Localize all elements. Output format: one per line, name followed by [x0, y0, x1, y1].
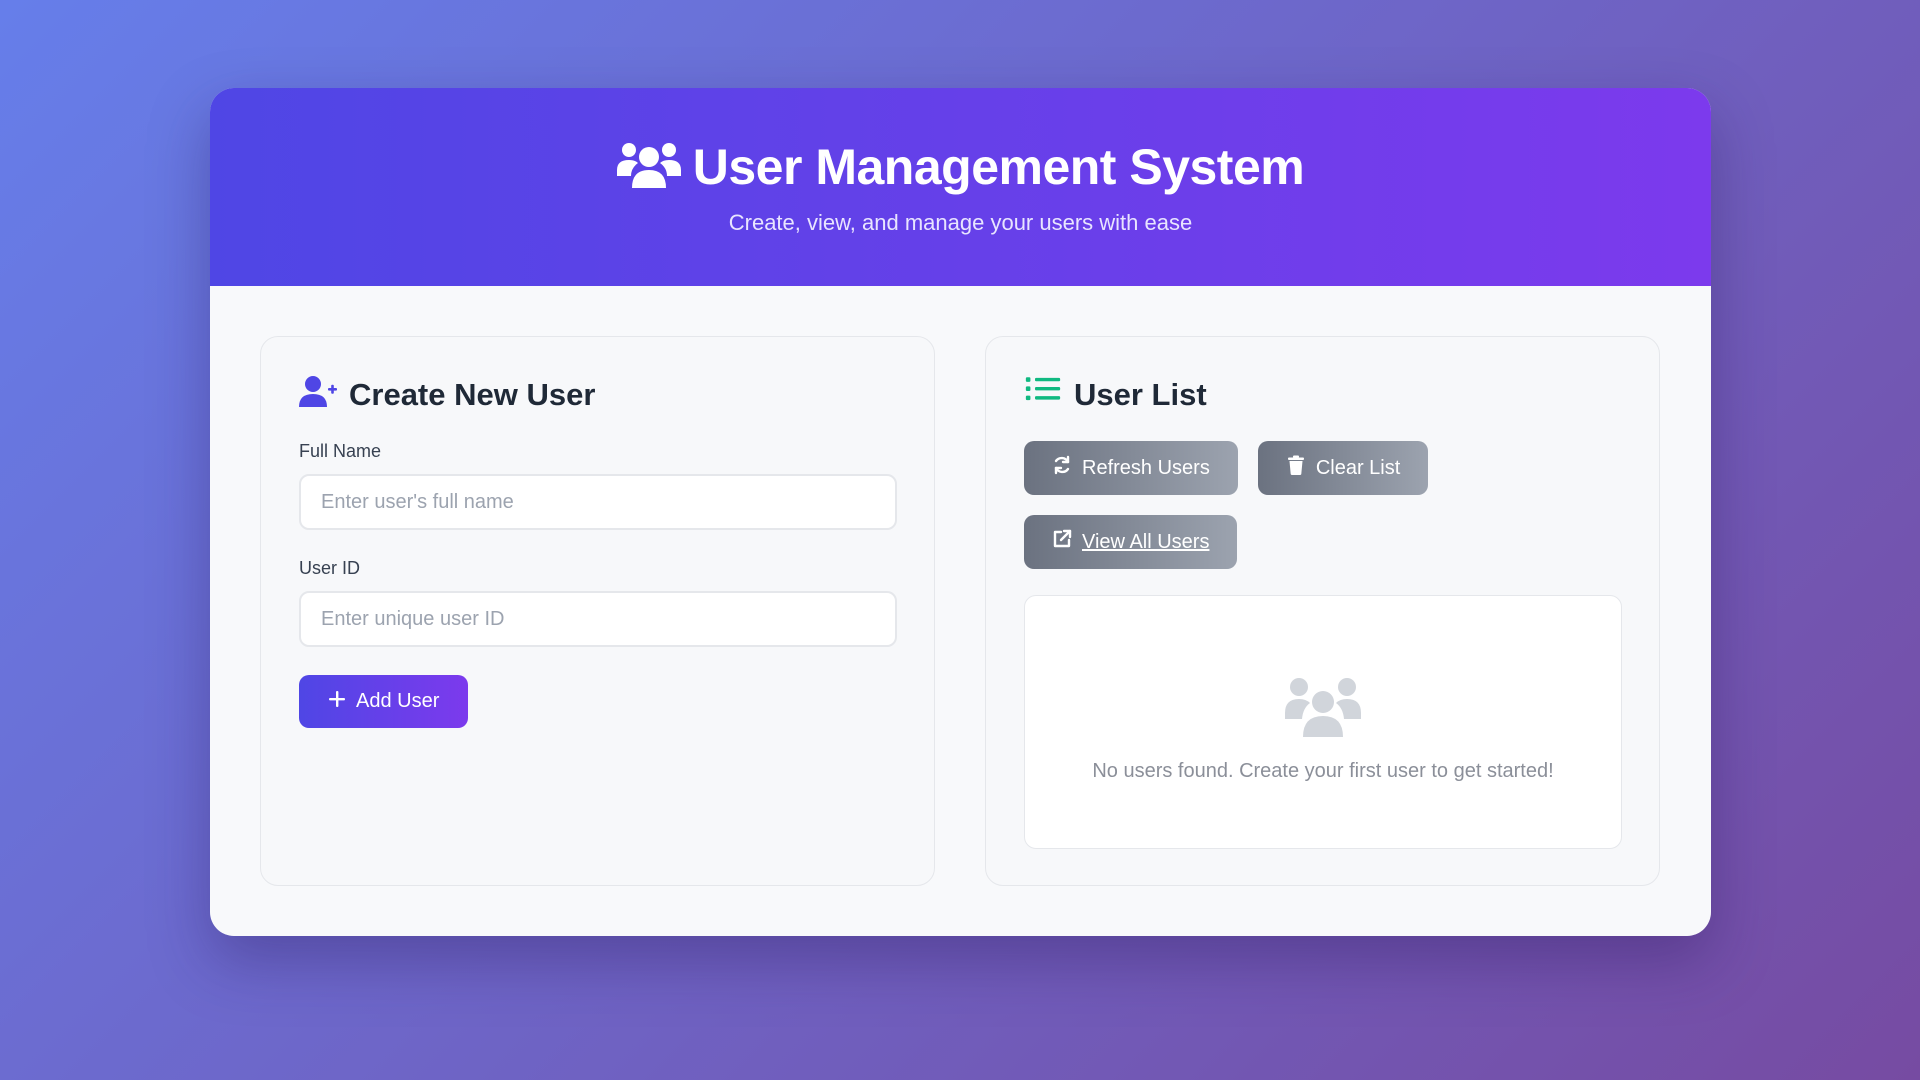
- list-icon: [1024, 375, 1062, 415]
- user-plus-icon: [299, 375, 337, 415]
- create-user-panel: Create New User Full Name User ID Add Us…: [260, 336, 935, 886]
- refresh-users-label: Refresh Users: [1082, 456, 1210, 479]
- user-list-empty-state: No users found. Create your first user t…: [1024, 595, 1622, 849]
- plus-icon: [328, 690, 346, 714]
- user-list-title: User List: [1074, 377, 1207, 412]
- view-all-users-button[interactable]: View All Users: [1024, 515, 1238, 569]
- add-user-button[interactable]: Add User: [299, 675, 469, 728]
- page-subtitle: Create, view, and manage your users with…: [728, 210, 1193, 235]
- users-icon: [1285, 661, 1361, 742]
- clear-list-label: Clear List: [1315, 456, 1401, 479]
- main-content: Create New User Full Name User ID Add Us…: [210, 286, 1711, 936]
- empty-state-message: No users found. Create your first user t…: [1092, 760, 1554, 782]
- refresh-users-button[interactable]: Refresh Users: [1024, 441, 1238, 495]
- user-list-panel: User List Refresh Users Clear List View …: [985, 336, 1660, 886]
- view-all-users-label: View All Users: [1082, 530, 1210, 553]
- app-card: User Management System Create, view, and…: [210, 88, 1711, 936]
- clear-list-button[interactable]: Clear List: [1257, 441, 1429, 495]
- app-header: User Management System Create, view, and…: [210, 88, 1711, 286]
- refresh-icon: [1052, 455, 1072, 481]
- users-icon: [616, 140, 681, 195]
- create-user-heading: Create New User: [299, 375, 896, 415]
- full-name-label: Full Name: [299, 441, 382, 461]
- external-link-icon: [1052, 529, 1072, 555]
- create-user-title: Create New User: [349, 377, 596, 412]
- add-user-label: Add User: [356, 690, 440, 712]
- user-id-input[interactable]: [299, 591, 897, 647]
- trash-icon: [1286, 455, 1306, 481]
- list-actions-row: Refresh Users Clear List: [1024, 441, 1621, 495]
- full-name-input[interactable]: [299, 474, 897, 530]
- page-title: User Management System: [692, 139, 1305, 195]
- user-id-label: User ID: [299, 558, 361, 578]
- user-list-heading: User List: [1024, 375, 1621, 415]
- title-row: User Management System: [210, 138, 1711, 196]
